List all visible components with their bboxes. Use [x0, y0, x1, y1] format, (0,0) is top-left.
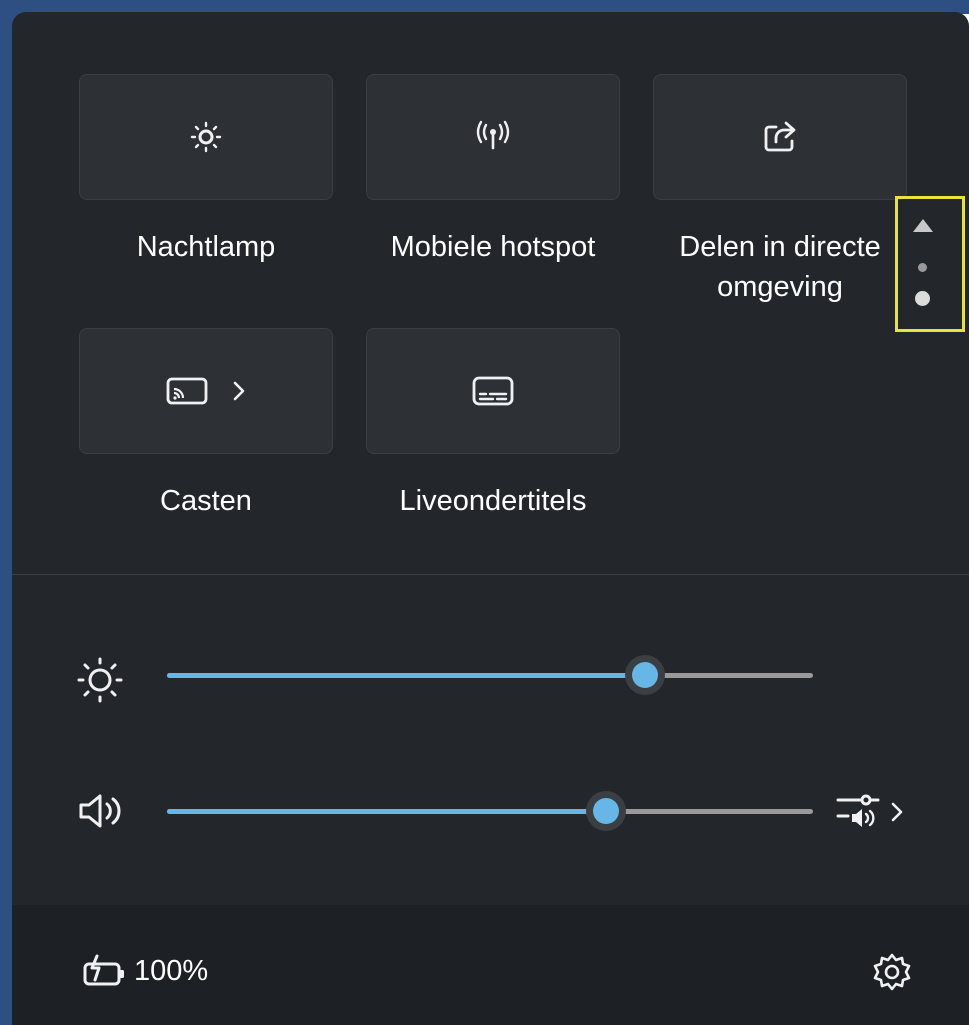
brightness-slider-fill: [167, 673, 646, 678]
chevron-right-icon: [231, 379, 247, 403]
page-up-arrow-icon[interactable]: [912, 217, 934, 238]
chevron-right-icon: [888, 799, 906, 830]
screenshot: Nachtlamp Mobiele hotspot Delen in direc…: [0, 0, 969, 1025]
section-divider: [12, 574, 969, 575]
quick-settings-panel: Nachtlamp Mobiele hotspot Delen in direc…: [12, 12, 969, 1025]
settings-gear-icon[interactable]: [872, 952, 912, 997]
live-captions-icon: [471, 374, 515, 408]
tile-delen-in-directe-omgeving[interactable]: [653, 74, 907, 200]
night-light-icon: [188, 119, 224, 155]
nearby-share-icon: [762, 119, 798, 155]
battery-percentage[interactable]: 100%: [134, 954, 208, 988]
brightness-slider[interactable]: [167, 655, 813, 695]
tile-mobiele-hotspot[interactable]: [366, 74, 620, 200]
brightness-slider-thumb[interactable]: [625, 655, 666, 695]
tile-liveondertitels[interactable]: [366, 328, 620, 454]
volume-slider-fill: [167, 809, 607, 814]
tile-label-nachtlamp: Nachtlamp: [136, 231, 276, 263]
page-dot-2-active[interactable]: [915, 291, 930, 306]
brightness-icon: [76, 656, 124, 709]
tile-nachtlamp[interactable]: [79, 74, 333, 200]
page-dot-1[interactable]: [918, 263, 927, 272]
tile-casten[interactable]: [79, 328, 333, 454]
audio-output-icon: [834, 790, 884, 839]
hotspot-icon: [473, 120, 513, 154]
tile-label-delen-in-directe-omgeving: Delen in directe omgeving: [679, 231, 881, 303]
volume-slider[interactable]: [167, 791, 813, 831]
volume-icon[interactable]: [76, 791, 128, 836]
tile-label-mobiele-hotspot: Mobiele hotspot: [390, 231, 596, 263]
cast-icon: [165, 375, 209, 407]
tile-label-liveondertitels: Liveondertitels: [399, 485, 587, 517]
audio-output-button[interactable]: [834, 790, 906, 839]
tile-label-casten: Casten: [160, 485, 252, 517]
battery-charging-icon[interactable]: [82, 954, 128, 993]
page-indicator[interactable]: [895, 196, 965, 332]
volume-slider-thumb[interactable]: [586, 791, 627, 831]
